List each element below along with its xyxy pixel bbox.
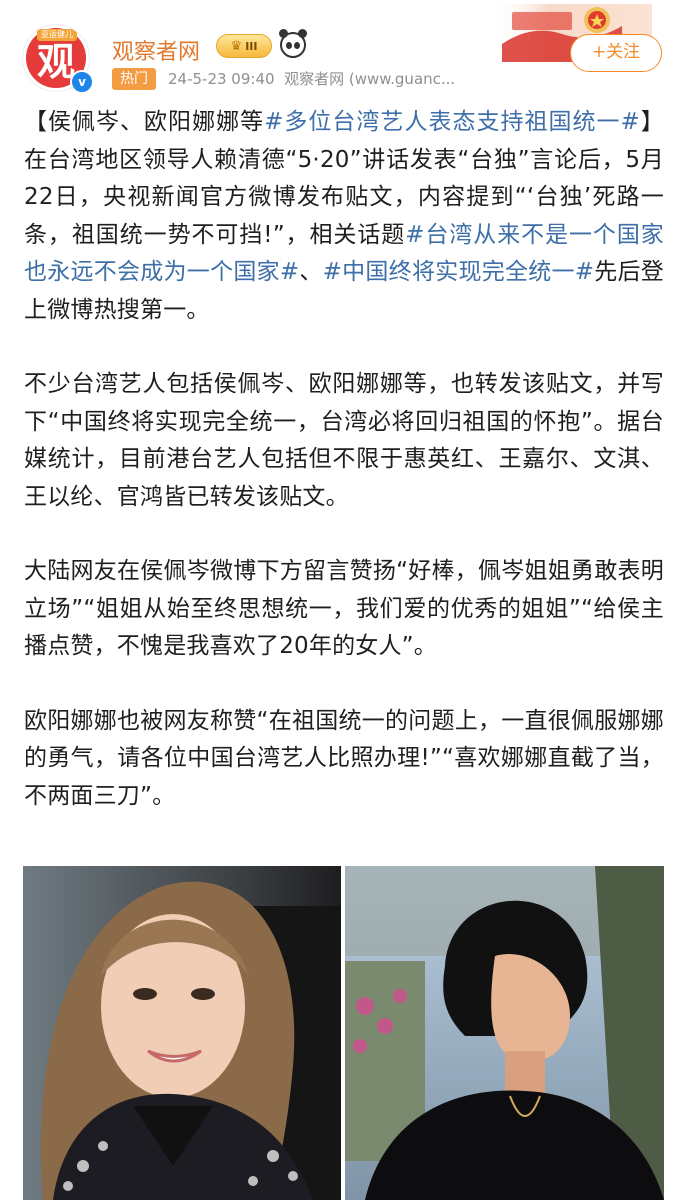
- timestamp: 24-5-23 09:40: [168, 70, 275, 88]
- avatar-tag: 亚运健儿: [37, 29, 77, 41]
- post-body: 【侯佩岑、欧阳娜娜等#多位台湾艺人表态支持祖国统一#】在台湾地区领导人赖清德“5…: [24, 104, 664, 815]
- photo-1[interactable]: [23, 866, 341, 1200]
- photo-2[interactable]: [345, 866, 664, 1200]
- username[interactable]: 观察者网: [112, 34, 200, 66]
- crown-icon: ♛: [230, 38, 243, 54]
- paragraph-1: 【侯佩岑、欧阳娜娜等#多位台湾艺人表态支持祖国统一#】在台湾地区领导人赖清德“5…: [24, 104, 664, 329]
- source-text: 观察者网 (www.guanc...: [284, 70, 456, 88]
- post-header: 观 亚运健儿 v 观察者网 ♛ III 热门 24-5-23 09:40 观察者…: [0, 0, 687, 100]
- hashtag-link[interactable]: #多位台湾艺人表态支持祖国统一#: [264, 109, 640, 135]
- level-text: III: [245, 39, 258, 53]
- panda-icon[interactable]: [279, 29, 307, 58]
- hot-badge: 热门: [112, 68, 156, 90]
- hashtag-link[interactable]: #中国终将实现完全统一#: [323, 259, 595, 285]
- post-meta: 24-5-23 09:40 观察者网 (www.guanc...: [168, 68, 455, 90]
- photo-grid: [23, 866, 664, 1200]
- paragraph-4: 欧阳娜娜也被网友称赞“在祖国统一的问题上，一直很佩服娜娜的勇气，请各位中国台湾艺…: [24, 707, 664, 809]
- text-segment: 、: [299, 259, 323, 285]
- text-segment: 【侯佩岑、欧阳娜娜等: [24, 109, 265, 135]
- paragraph-3: 大陆网友在侯佩岑微博下方留言赞扬“好棒，佩岑姐姐勇敢表明立场”“姐姐从始至终思想…: [24, 558, 664, 659]
- level-badge[interactable]: ♛ III: [216, 34, 272, 58]
- verified-icon: v: [70, 70, 94, 94]
- follow-button[interactable]: +关注: [570, 34, 662, 72]
- paragraph-2: 不少台湾艺人包括侯佩岑、欧阳娜娜等，也转发该贴文，并写下“中国终将实现完全统一，…: [24, 371, 664, 510]
